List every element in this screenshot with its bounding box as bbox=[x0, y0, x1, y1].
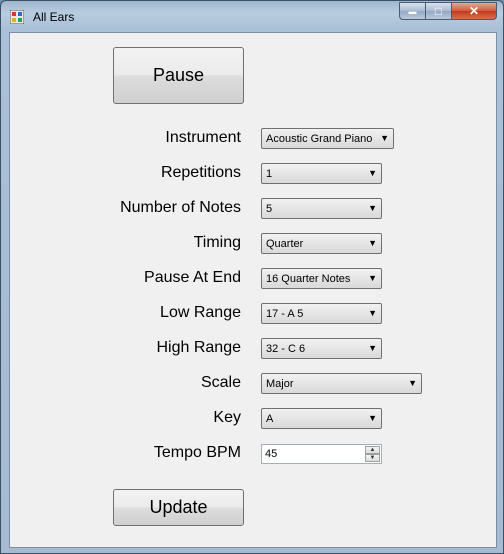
spin-down-button[interactable]: ▼ bbox=[365, 454, 380, 462]
number-of-notes-dropdown[interactable]: 5 ▼ bbox=[261, 198, 382, 219]
number-of-notes-value: 5 bbox=[266, 203, 273, 215]
number-of-notes-label: Number of Notes bbox=[120, 199, 241, 216]
tempo-bpm-label: Tempo BPM bbox=[153, 444, 241, 461]
instrument-label: Instrument bbox=[165, 129, 241, 146]
minimize-button[interactable]: ▬ bbox=[399, 2, 425, 20]
chevron-down-icon: ▼ bbox=[368, 413, 377, 423]
minimize-icon: ▬ bbox=[408, 6, 417, 16]
pause-at-end-dropdown[interactable]: 16 Quarter Notes ▼ bbox=[261, 268, 382, 289]
app-window: All Ears ▬ □ ✕ Pause Instrument Acoustic… bbox=[0, 0, 504, 554]
high-range-label: High Range bbox=[156, 339, 242, 356]
tempo-bpm-value: 45 bbox=[265, 448, 278, 460]
maximize-icon: □ bbox=[434, 4, 443, 18]
repetitions-value: 1 bbox=[266, 168, 273, 180]
high-range-dropdown[interactable]: 32 - C 6 ▼ bbox=[261, 338, 382, 359]
timing-value: Quarter bbox=[266, 238, 304, 250]
low-range-label: Low Range bbox=[160, 304, 241, 321]
repetitions-dropdown[interactable]: 1 ▼ bbox=[261, 163, 382, 184]
close-icon: ✕ bbox=[468, 4, 480, 18]
key-value: A bbox=[266, 413, 274, 425]
chevron-down-icon: ▼ bbox=[368, 273, 377, 283]
app-icon bbox=[10, 10, 24, 24]
low-range-value: 17 - A 5 bbox=[266, 308, 304, 320]
pause-button[interactable]: Pause bbox=[113, 47, 244, 104]
triangle-up-icon: ▲ bbox=[369, 447, 376, 453]
high-range-value: 32 - C 6 bbox=[266, 343, 306, 355]
timing-dropdown[interactable]: Quarter ▼ bbox=[261, 233, 382, 254]
repetitions-label: Repetitions bbox=[160, 164, 241, 181]
tempo-bpm-stepper[interactable]: 45 ▲ ▼ bbox=[261, 444, 382, 464]
instrument-dropdown[interactable]: Acoustic Grand Piano ▼ bbox=[261, 128, 394, 149]
key-label: Key bbox=[213, 409, 241, 426]
chevron-down-icon: ▼ bbox=[368, 238, 377, 248]
scale-value: Major bbox=[266, 378, 294, 390]
maximize-button[interactable]: □ bbox=[425, 2, 451, 20]
key-dropdown[interactable]: A ▼ bbox=[261, 408, 382, 429]
update-button[interactable]: Update bbox=[113, 489, 244, 526]
chevron-down-icon: ▼ bbox=[368, 308, 377, 318]
pause-at-end-label: Pause At End bbox=[144, 269, 241, 286]
chevron-down-icon: ▼ bbox=[368, 168, 377, 178]
instrument-value: Acoustic Grand Piano bbox=[266, 133, 373, 145]
chevron-down-icon: ▼ bbox=[380, 133, 389, 143]
scale-dropdown[interactable]: Major ▼ bbox=[261, 373, 422, 394]
low-range-dropdown[interactable]: 17 - A 5 ▼ bbox=[261, 303, 382, 324]
timing-label: Timing bbox=[193, 234, 241, 251]
pause-at-end-value: 16 Quarter Notes bbox=[266, 273, 351, 285]
chevron-down-icon: ▼ bbox=[368, 343, 377, 353]
chevron-down-icon: ▼ bbox=[368, 203, 377, 213]
spin-up-button[interactable]: ▲ bbox=[365, 446, 380, 454]
scale-label: Scale bbox=[200, 374, 241, 391]
triangle-down-icon: ▼ bbox=[369, 455, 376, 461]
title-bar[interactable]: All Ears ▬ □ ✕ bbox=[1, 1, 503, 31]
window-title: All Ears bbox=[33, 10, 75, 24]
close-button[interactable]: ✕ bbox=[451, 2, 497, 20]
chevron-down-icon: ▼ bbox=[408, 378, 417, 388]
client-area: Pause Instrument Acoustic Grand Piano ▼ … bbox=[9, 32, 497, 548]
